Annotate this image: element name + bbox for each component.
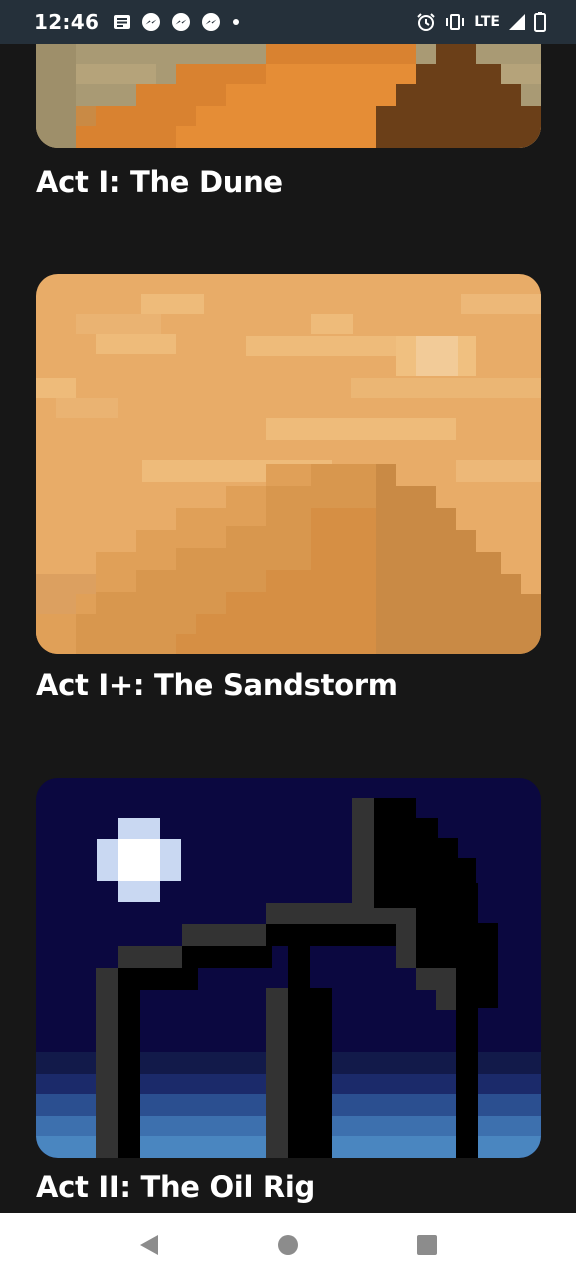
signal-icon <box>508 13 526 31</box>
back-button[interactable] <box>129 1227 169 1267</box>
home-button[interactable] <box>268 1227 308 1267</box>
dune-artwork <box>36 44 541 148</box>
messenger-icon <box>141 12 161 32</box>
level-card-sandstorm[interactable] <box>36 274 541 654</box>
recents-icon <box>416 1234 438 1260</box>
level-card-oil-rig[interactable] <box>36 778 541 1158</box>
sandstorm-artwork <box>36 274 541 654</box>
level-title-sandstorm[interactable]: Act I+: The Sandstorm <box>36 668 398 702</box>
oil-rig-artwork <box>36 778 541 1158</box>
home-icon <box>277 1234 299 1260</box>
status-time: 12:46 <box>34 10 100 34</box>
level-title-oil-rig[interactable]: Act II: The Oil Rig <box>36 1170 315 1204</box>
level-title-dune[interactable]: Act I: The Dune <box>36 165 283 199</box>
notification-icons <box>113 12 241 32</box>
messenger-icon <box>201 12 221 32</box>
status-right: LTE <box>416 12 546 32</box>
notes-icon <box>113 14 131 30</box>
navigation-bar <box>0 1213 576 1280</box>
alarm-icon <box>416 12 436 32</box>
level-list: Act I: The Dune Act I+: The Sandstorm Ac… <box>0 44 576 1213</box>
network-type: LTE <box>474 14 500 30</box>
recents-button[interactable] <box>407 1227 447 1267</box>
level-card-dune[interactable] <box>36 44 541 148</box>
status-bar: 12:46 LTE <box>0 0 576 44</box>
back-icon <box>138 1233 160 1261</box>
messenger-icon <box>171 12 191 32</box>
battery-icon <box>534 12 546 32</box>
dot-icon <box>231 17 241 27</box>
vibrate-icon <box>444 12 466 32</box>
